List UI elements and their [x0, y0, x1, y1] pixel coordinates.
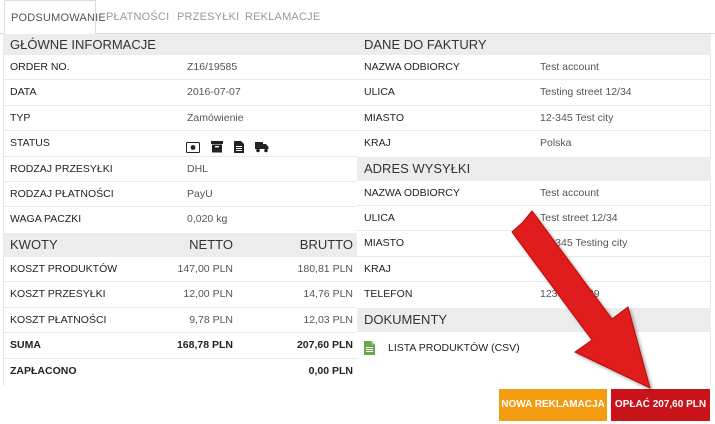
amount-row-paid: ZAPŁACONO 0,00 PLN: [3, 359, 357, 385]
info-label: TYP: [10, 111, 31, 124]
info-row-status: STATUS: [3, 131, 357, 157]
tab-complaints[interactable]: REKLAMACJE: [245, 0, 320, 34]
amount-net: 9,78 PLN: [189, 313, 233, 326]
document-link[interactable]: LISTA PRODUKTÓW (CSV): [388, 342, 520, 354]
shipping-row: MIASTO 12-345 Testing city: [357, 231, 711, 257]
status-icons: [186, 138, 277, 154]
info-row-weight: WAGA PACZKI 0,020 kg: [3, 207, 357, 232]
info-row-payment-type: RODZAJ PŁATNOŚCI PayU: [3, 182, 357, 208]
net-column-header: NETTO: [189, 236, 233, 252]
amount-gross: 12,03 PLN: [303, 313, 353, 326]
new-complaint-button[interactable]: NOWA REKLAMACJA: [499, 389, 607, 421]
shipping-row: ULICA Test street 12/34: [357, 206, 711, 232]
right-column: DANE DO FAKTURY NAZWA ODBIORCY Test acco…: [357, 34, 711, 382]
amount-label: ZAPŁACONO: [10, 364, 77, 377]
info-label: WAGA PACZKI: [10, 213, 82, 226]
info-label: RODZAJ PŁATNOŚCI: [10, 187, 114, 200]
shipping-label: KRAJ: [364, 262, 391, 275]
info-value: Z16/19585: [187, 61, 238, 73]
main-info-header: GŁÓWNE INFORMACJE: [3, 34, 357, 55]
tab-shipments[interactable]: PRZESYŁKI: [177, 0, 239, 34]
pay-button[interactable]: OPŁAĆ 207,60 PLN: [611, 389, 710, 421]
info-value: Zamówienie: [187, 111, 244, 124]
info-value: PayU: [187, 187, 213, 200]
shipping-value: Polska: [540, 262, 572, 275]
info-row-shipping-type: RODZAJ PRZESYŁKI DHL: [3, 157, 357, 182]
info-label: ORDER NO.: [10, 61, 70, 73]
info-row-date: DATA 2016-07-07: [3, 80, 357, 106]
shipping-label: ULICA: [364, 211, 395, 224]
shipping-header: ADRES WYSYŁKI: [357, 156, 711, 181]
invoice-label: MIASTO: [364, 111, 405, 124]
info-label: DATA: [10, 86, 37, 99]
info-label: STATUS: [10, 137, 50, 150]
amounts-title: KWOTY: [10, 236, 58, 252]
info-label: RODZAJ PRZESYŁKI: [10, 162, 113, 175]
amount-gross: 180,81 PLN: [297, 262, 353, 275]
shipping-row: NAZWA ODBIORCY Test account: [357, 181, 711, 206]
shipping-row: KRAJ Polska: [357, 257, 711, 283]
info-row-order: ORDER NO. Z16/19585: [3, 55, 357, 81]
invoice-label: NAZWA ODBIORCY: [364, 61, 460, 73]
amount-net: 12,00 PLN: [183, 288, 233, 301]
amount-row-total: SUMA 168,78 PLN 207,60 PLN: [3, 333, 357, 359]
amount-label: KOSZT PRODUKTÓW: [10, 262, 118, 275]
amount-label: KOSZT PRZESYŁKI: [10, 288, 106, 301]
amount-net: 147,00 PLN: [177, 262, 233, 275]
shipping-label: NAZWA ODBIORCY: [364, 186, 460, 199]
shipping-row: TELEFON 123-456-789: [357, 282, 711, 307]
shipping-value: Test street 12/34: [540, 211, 618, 224]
gross-column-header: BRUTTO: [299, 236, 353, 252]
shipping-label: MIASTO: [364, 237, 405, 250]
invoice-label: KRAJ: [364, 137, 391, 150]
shipping-label: TELEFON: [364, 288, 413, 301]
invoice-value: 12-345 Test city: [540, 111, 614, 124]
invoice-row: MIASTO 12-345 Test city: [357, 106, 711, 132]
tab-bar: PODSUMOWANIE PŁATNOŚCI PRZESYŁKI REKLAMA…: [0, 0, 715, 35]
shipping-value: 12-345 Testing city: [540, 237, 628, 250]
shipping-value: 123-456-789: [540, 288, 600, 301]
csv-file-icon: [364, 340, 375, 358]
documents-header: DOKUMENTY: [357, 307, 711, 332]
invoice-value: Testing street 12/34: [540, 86, 632, 99]
document-item[interactable]: LISTA PRODUKTÓW (CSV): [357, 332, 711, 382]
info-value: DHL: [187, 162, 209, 175]
invoice-row: KRAJ Polska: [357, 131, 711, 156]
amounts-header: KWOTY NETTO BRUTTO: [3, 232, 357, 257]
left-column: GŁÓWNE INFORMACJE ORDER NO. Z16/19585 DA…: [3, 34, 357, 384]
amount-row: KOSZT PRZESYŁKI 12,00 PLN 14,76 PLN: [3, 282, 357, 308]
amount-net: 168,78 PLN: [176, 339, 233, 352]
amount-row: KOSZT PŁATNOŚCI 9,78 PLN 12,03 PLN: [3, 308, 357, 334]
amount-gross: 207,60 PLN: [296, 339, 353, 352]
invoice-label: ULICA: [364, 86, 395, 99]
amount-gross: 14,76 PLN: [303, 288, 353, 301]
info-value: 2016-07-07: [187, 86, 241, 99]
amount-row: KOSZT PRODUKTÓW 147,00 PLN 180,81 PLN: [3, 257, 357, 283]
invoice-row: NAZWA ODBIORCY Test account: [357, 55, 711, 81]
invoice-value: Test account: [540, 61, 599, 73]
invoice-header: DANE DO FAKTURY: [357, 34, 711, 55]
amount-label: SUMA: [10, 339, 41, 352]
tab-payments[interactable]: PŁATNOŚCI: [106, 0, 169, 34]
invoice-value: Polska: [540, 137, 572, 150]
shipping-value: Test account: [540, 186, 599, 199]
info-row-type: TYP Zamówienie: [3, 106, 357, 132]
tab-summary[interactable]: PODSUMOWANIE: [4, 0, 106, 35]
amount-gross: 0,00 PLN: [308, 364, 353, 377]
amount-label: KOSZT PŁATNOŚCI: [10, 313, 107, 326]
info-value: 0,020 kg: [187, 213, 228, 226]
invoice-row: ULICA Testing street 12/34: [357, 80, 711, 106]
